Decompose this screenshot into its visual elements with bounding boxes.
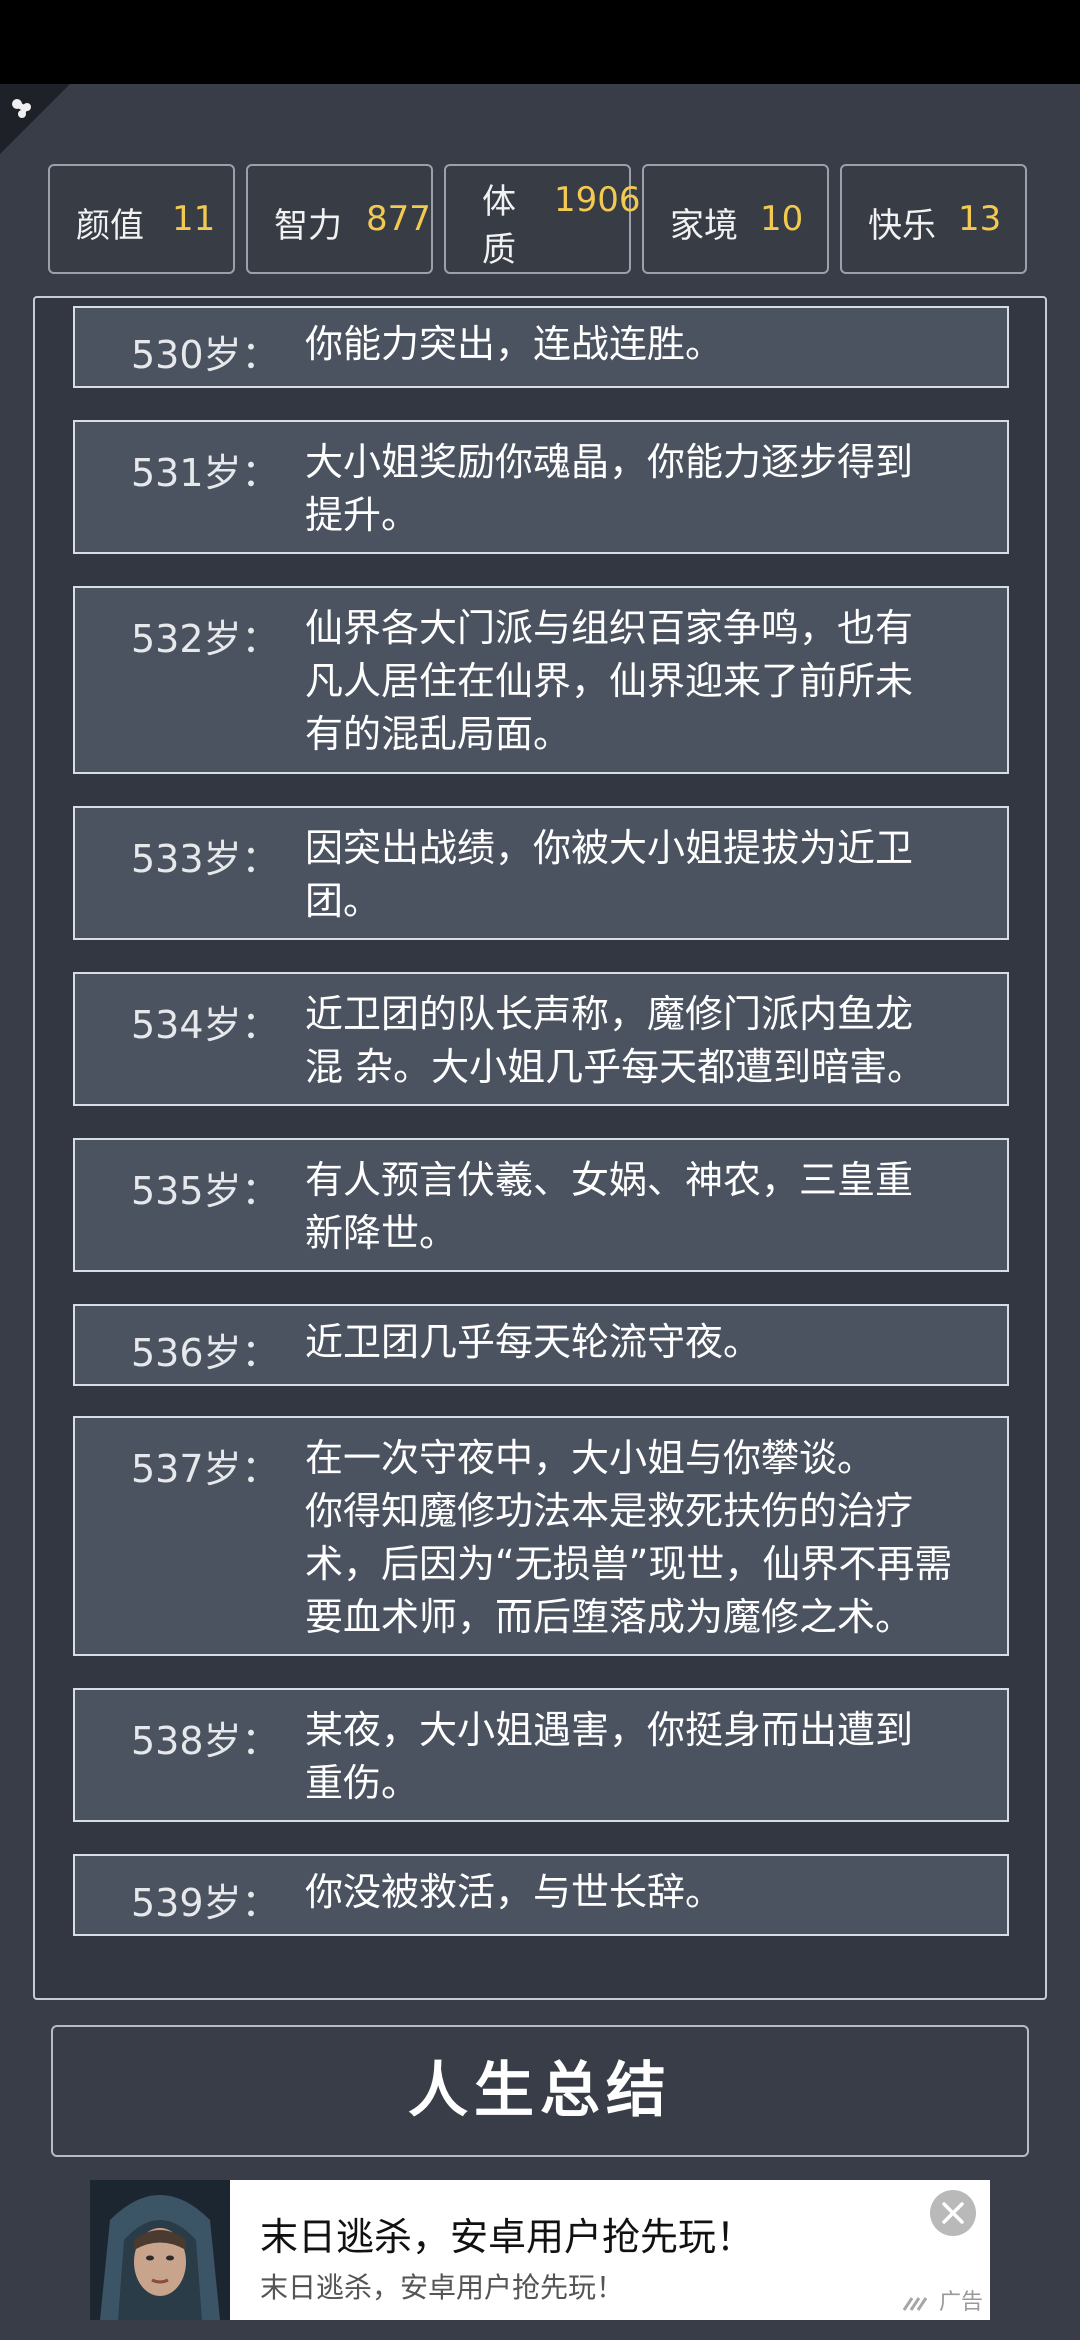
log-age: 530岁： [131,333,280,377]
ad-label: 广告 [902,2284,983,2316]
log-entry: 532岁： 仙界各大门派与组织百家争鸣，也有 凡人居住在仙界，仙界迎来了前所未 … [73,586,1009,774]
stat-value: 13 [958,199,1002,239]
log-entry: 533岁： 因突出战绩，你被大小姐提拔为近卫 团。 [73,806,1009,940]
stat-label: 智力 [274,206,342,246]
log-age: 533岁： [131,837,280,881]
log-age: 534岁： [131,1003,280,1047]
log-text: 有人预言伏羲、女娲、神农，三皇重 新降世。 [305,1158,914,1255]
log-entry: 536岁： 近卫团几乎每天轮流守夜。 [73,1304,1009,1386]
log-entry: 539岁： 你没被救活，与世长辞。 [73,1854,1009,1936]
corner-decoration-icon [0,84,70,154]
log-text: 仙界各大门派与组织百家争鸣，也有 凡人居住在仙界，仙界迎来了前所未 有的混乱局面… [305,606,914,756]
attribute-stats-row: 颜值 11 智力 877 体质 1906 家境 10 快乐 13 [48,164,1033,276]
log-text: 某夜，大小姐遇害，你挺身而出遭到 重伤。 [305,1708,914,1805]
log-entry: 531岁： 大小姐奖励你魂晶，你能力逐步得到 提升。 [73,420,1009,554]
log-text: 你没被救活，与世长辞。 [305,1870,724,1914]
stat-value: 11 [172,199,216,239]
log-age: 537岁： [131,1447,280,1491]
ad-subtitle[interactable]: 末日逃杀，安卓用户抢先玩！ [260,2266,624,2306]
stat-happiness: 快乐 13 [840,164,1027,274]
log-text: 因突出战绩，你被大小姐提拔为近卫 团。 [305,826,914,923]
log-age: 531岁： [131,451,280,495]
log-entry: 537岁： 在一次守夜中，大小姐与你攀谈。 你得知魔修功法本是救死扶伤的治疗 术… [73,1416,1009,1656]
stat-appearance: 颜值 11 [48,164,235,274]
ad-network-icon [902,2297,928,2311]
log-text: 大小姐奖励你魂晶，你能力逐步得到 提升。 [305,440,914,537]
stat-label: 体质 [482,182,516,270]
ad-title[interactable]: 末日逃杀，安卓用户抢先玩！ [260,2206,754,2261]
log-age: 536岁： [131,1331,280,1375]
status-bar [0,0,1080,84]
log-text: 近卫团的队长声称，魔修门派内鱼龙 混 杂。大小姐几乎每天都遭到暗害。 [305,992,926,1089]
log-entry: 538岁： 某夜，大小姐遇害，你挺身而出遭到 重伤。 [73,1688,1009,1822]
log-text: 在一次守夜中，大小姐与你攀谈。 你得知魔修功法本是救死扶伤的治疗 术，后因为“无… [305,1436,953,1639]
life-event-log[interactable]: 530岁： 你能力突出，连战连胜。 531岁： 大小姐奖励你魂晶，你能力逐步得到… [33,296,1047,2000]
stat-intelligence: 智力 877 [246,164,433,274]
log-age: 532岁： [131,617,280,661]
log-age: 535岁： [131,1169,280,1213]
ad-label-text: 广告 [939,2290,984,2315]
stat-label: 快乐 [868,206,936,246]
log-text: 近卫团几乎每天轮流守夜。 [305,1320,762,1364]
ad-close-icon[interactable] [930,2190,976,2236]
log-entry: 530岁： 你能力突出，连战连胜。 [73,306,1009,388]
ad-banner[interactable]: 末日逃杀，安卓用户抢先玩！ 末日逃杀，安卓用户抢先玩！ 广告 [90,2180,990,2320]
log-entry: 535岁： 有人预言伏羲、女娲、神农，三皇重 新降世。 [73,1138,1009,1272]
stat-label: 颜值 [76,206,144,246]
stat-label: 家境 [670,206,738,246]
log-age: 538岁： [131,1719,280,1763]
log-age: 539岁： [131,1881,280,1925]
stat-physique: 体质 1906 [444,164,641,274]
stat-value: 877 [366,199,431,239]
stat-family: 家境 10 [642,164,829,274]
life-summary-button[interactable]: 人生总结 [51,2025,1029,2157]
log-text: 你能力突出，连战连胜。 [305,322,724,366]
log-entry: 534岁： 近卫团的队长声称，魔修门派内鱼龙 混 杂。大小姐几乎每天都遭到暗害。 [73,972,1009,1106]
stat-value: 10 [760,199,804,239]
ad-thumbnail-image[interactable] [90,2180,230,2320]
stat-value: 1906 [554,180,641,220]
